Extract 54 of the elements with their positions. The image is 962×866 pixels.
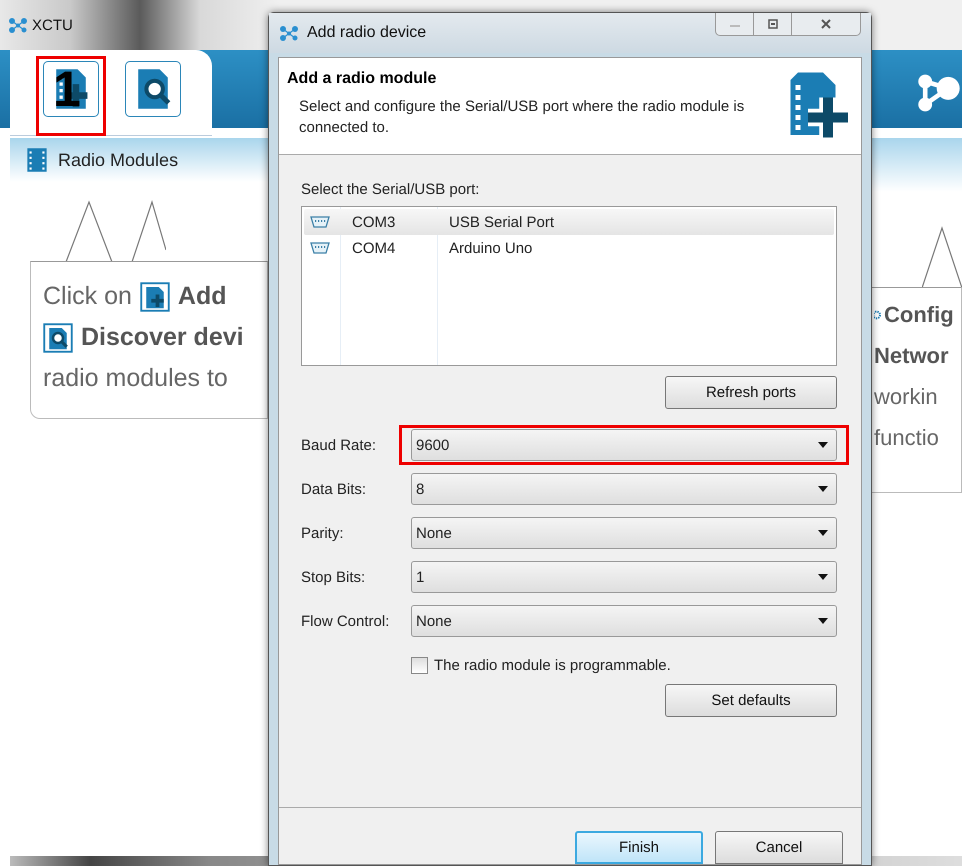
hint-text: Click on xyxy=(43,282,132,311)
port-label: Select the Serial/USB port: xyxy=(301,181,480,198)
dropdown[interactable]: 8 xyxy=(411,473,837,505)
hint-text: radio modules to xyxy=(43,364,228,393)
port-list[interactable]: COM3 USB Serial Port COM4 Arduino Uno xyxy=(301,206,837,366)
hint-text: Add xyxy=(178,282,227,311)
maximize-icon xyxy=(766,19,780,29)
checkbox-label: The radio module is programmable. xyxy=(434,657,671,674)
serial-port-icon xyxy=(310,216,330,228)
hint-text: functio xyxy=(874,424,939,450)
add-device-icon xyxy=(140,282,170,312)
discover-icon xyxy=(43,322,73,352)
hint-text: workin xyxy=(874,384,938,410)
network-icon xyxy=(8,17,28,33)
hint-text: Discover devi xyxy=(81,323,244,352)
caret-icon xyxy=(818,442,828,448)
panel-title: Radio Modules xyxy=(58,150,178,170)
serial-port-icon xyxy=(310,242,330,254)
caret-icon xyxy=(818,574,828,580)
cancel-button[interactable]: Cancel xyxy=(715,831,843,864)
caret-icon xyxy=(818,486,828,492)
field-label: Flow Control: xyxy=(301,612,390,630)
dropdown[interactable]: 9600 xyxy=(411,429,837,461)
caret-icon xyxy=(818,618,828,624)
network-icon xyxy=(279,25,299,41)
port-name: COM3 xyxy=(351,214,396,230)
dropdown[interactable]: 1 xyxy=(411,561,837,593)
network-icon xyxy=(916,72,962,114)
hint-text: Config xyxy=(884,302,954,328)
dialog-heading: Add a radio module xyxy=(287,70,438,88)
field-label: Data Bits: xyxy=(301,480,368,498)
port-name: COM4 xyxy=(351,240,396,256)
dropdown[interactable]: None xyxy=(411,605,837,637)
window-title: Add radio device xyxy=(307,24,426,42)
refresh-ports-button[interactable]: Refresh ports xyxy=(665,376,837,409)
hint-text: Networ xyxy=(874,342,949,368)
step-number: 1 xyxy=(53,69,81,109)
dialog-description: Select and configure the Serial/USB port where the radio module is connected to. xyxy=(299,97,746,138)
field-label: Parity: xyxy=(301,524,345,542)
app-title: XCTU xyxy=(32,16,73,34)
port-row[interactable]: COM4 Arduino Uno xyxy=(304,235,834,261)
dropdown[interactable]: None xyxy=(411,517,837,549)
port-description: Arduino Uno xyxy=(448,240,534,256)
add-device-button[interactable] xyxy=(43,61,99,117)
checkbox[interactable] xyxy=(411,657,428,674)
port-row[interactable]: COM3 USB Serial Port xyxy=(304,209,834,235)
close-icon xyxy=(819,19,833,29)
finish-button[interactable]: Finish xyxy=(575,831,703,864)
field-label: Baud Rate: xyxy=(301,436,378,454)
field-label: Stop Bits: xyxy=(301,568,366,586)
caret-icon xyxy=(818,530,828,536)
set-defaults-button[interactable]: Set defaults xyxy=(665,684,837,717)
port-description: USB Serial Port xyxy=(448,214,556,230)
discover-button[interactable] xyxy=(125,61,181,117)
